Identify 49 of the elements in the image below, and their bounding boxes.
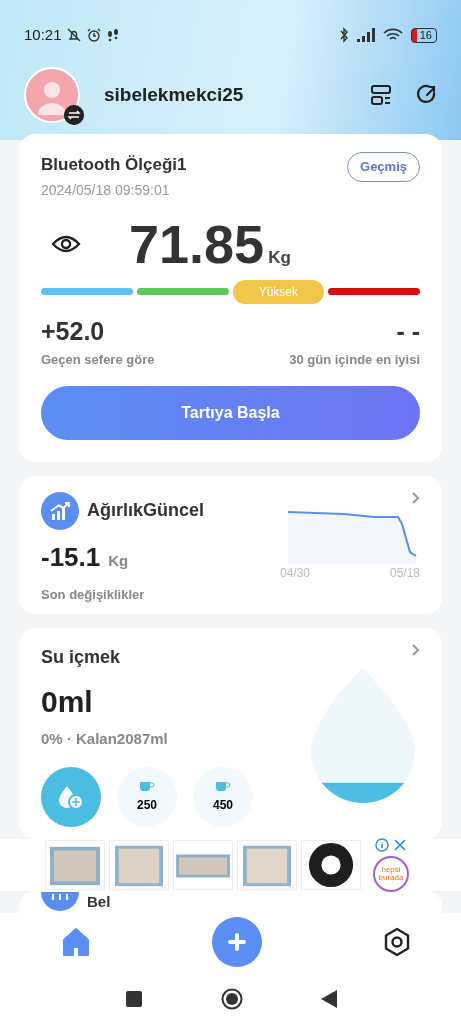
back-icon[interactable]: [320, 989, 337, 1008]
bell-off-icon: [65, 27, 82, 43]
cup-button[interactable]: 250: [117, 766, 177, 827]
axis-label: 04/30: [280, 564, 311, 582]
alarm-icon: [85, 27, 102, 43]
weight-value: 71.85: [129, 216, 265, 271]
level-badge: Yüksek: [232, 279, 325, 304]
cup-icon: [139, 779, 155, 792]
footsteps-icon: [105, 27, 120, 43]
axis-label: 05/18: [389, 564, 420, 582]
change-label: Son değişiklikler: [41, 585, 146, 604]
swap-icon[interactable]: [64, 105, 84, 125]
layout-icon[interactable]: [369, 83, 393, 107]
eye-icon[interactable]: [51, 233, 81, 254]
measurement-time: 2024/05/18 09:59:01: [41, 180, 171, 200]
change-value: +52.0: [41, 315, 106, 347]
water-card[interactable]: Su içmek 0ml 0% · Kalan2087ml 250 450: [19, 628, 442, 839]
chevron-icon[interactable]: [412, 491, 420, 504]
signal-icon: [356, 28, 375, 42]
info-icon[interactable]: [375, 837, 389, 852]
wifi-icon: [382, 28, 403, 42]
change-value: -15.1: [41, 540, 101, 574]
cup-icon: [215, 779, 231, 792]
close-icon[interactable]: [393, 837, 407, 852]
username: sibelekmekci25: [104, 82, 245, 107]
device-name: Bluetooth Ölçeği1: [41, 154, 187, 176]
weight-unit: Kg: [268, 247, 291, 269]
chevron-icon[interactable]: [412, 644, 420, 656]
square-icon[interactable]: [124, 989, 143, 1008]
circle-icon[interactable]: [220, 987, 243, 1010]
best-label: 30 gün içinde en iyisi: [289, 351, 420, 369]
weight-unit: Kg: [108, 550, 129, 571]
start-weighing-button[interactable]: Tartıya Başla: [41, 385, 420, 440]
weight-trend-card[interactable]: AğırlıkGüncel -15.1 Kg Son değişiklikler 04/30 05/18: [19, 475, 442, 614]
status-time: 10:21: [24, 24, 62, 45]
cup-button[interactable]: 450: [193, 766, 253, 827]
plus-icon: [226, 931, 247, 952]
chart-icon: [41, 491, 79, 530]
card-title: Bel: [87, 892, 111, 911]
home-icon[interactable]: [60, 925, 92, 958]
best-value: - -: [395, 315, 420, 347]
water-amount: 0ml: [41, 684, 94, 720]
card-title: Su içmek: [41, 646, 122, 669]
card-title: AğırlıkGüncel: [87, 499, 205, 522]
bluetooth-icon: [338, 27, 349, 43]
battery-indicator: 16: [410, 27, 437, 43]
history-button[interactable]: Geçmiş: [347, 152, 420, 182]
water-summary: 0% · Kalan2087ml: [41, 729, 169, 749]
change-label: Geçen sefere göre: [41, 351, 155, 369]
